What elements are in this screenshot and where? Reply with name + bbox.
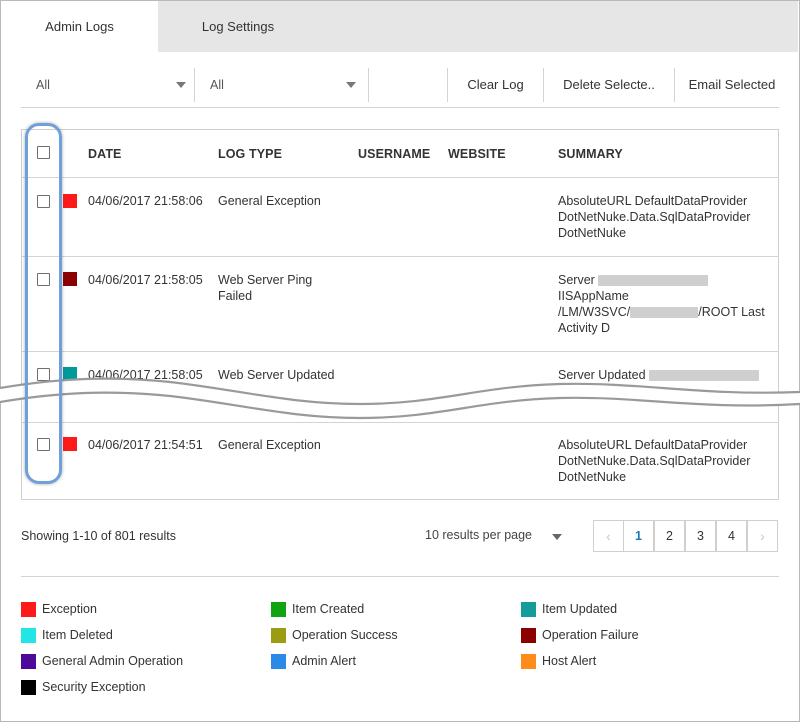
checkbox-column-highlight: [25, 123, 62, 484]
summary-line: AbsoluteURL DefaultDataProvider: [558, 438, 748, 452]
tab-bar: Admin Logs Log Settings: [1, 1, 798, 52]
delete-selected-button[interactable]: Delete Selecte..: [543, 68, 674, 102]
summary-line: DotNetNuke: [558, 470, 627, 484]
column-header-website[interactable]: WEBSITE: [448, 147, 506, 161]
table-row[interactable]: 04/06/2017 21:58:05 Web Server Ping Fail…: [22, 257, 778, 352]
page-button-3[interactable]: 3: [685, 520, 716, 552]
summary-line: Server: [558, 273, 595, 287]
log-type-color-swatch: [63, 194, 77, 208]
row-log-type: Web Server Ping Failed: [218, 272, 312, 304]
email-selected-button[interactable]: Email Selected: [674, 68, 789, 102]
log-type-line: Web Server Ping: [218, 273, 313, 287]
row-summary: AbsoluteURL DefaultDataProvider DotNetNu…: [558, 193, 750, 241]
legend-swatch: [271, 602, 286, 617]
legend-swatch: [271, 628, 286, 643]
next-page-button[interactable]: ›: [747, 520, 778, 552]
legend-label: Item Deleted: [42, 628, 113, 642]
log-table: DATE LOG TYPE USERNAME WEBSITE SUMMARY 0…: [21, 129, 779, 500]
legend-swatch: [521, 628, 536, 643]
toolbar: All All Clear Log Delete Selecte.. Email…: [21, 68, 779, 108]
page-button-4[interactable]: 4: [716, 520, 747, 552]
chevron-down-icon: [346, 82, 356, 88]
summary-line: /LM/W3SVC/: [558, 305, 631, 319]
row-log-type: General Exception: [218, 194, 321, 208]
column-header-log-type[interactable]: LOG TYPE: [218, 147, 282, 161]
log-type-color-swatch: [63, 272, 77, 286]
redacted-block: [630, 307, 699, 319]
tab-admin-logs[interactable]: Admin Logs: [1, 1, 158, 52]
log-type-filter-value: All: [36, 78, 50, 92]
row-summary: AbsoluteURL DefaultDataProvider DotNetNu…: [558, 437, 750, 485]
page-button-1[interactable]: 1: [623, 520, 654, 552]
chevron-down-icon: [176, 82, 186, 88]
legend-swatch: [21, 628, 36, 643]
legend-label: Exception: [42, 602, 97, 616]
legend-label: Item Created: [292, 602, 365, 616]
column-header-username[interactable]: USERNAME: [358, 147, 430, 161]
table-row[interactable]: 04/06/2017 21:54:51 General Exception Ab…: [22, 422, 778, 499]
summary-line: DotNetNuke.Data.SqlDataProvider: [558, 210, 751, 224]
log-type-color-swatch: [63, 437, 77, 451]
table-header: DATE LOG TYPE USERNAME WEBSITE SUMMARY: [22, 130, 778, 178]
site-filter-value: All: [210, 78, 224, 92]
row-date: 04/06/2017 21:58:05: [88, 273, 203, 287]
clear-log-button[interactable]: Clear Log: [447, 68, 543, 102]
row-log-type: General Exception: [218, 438, 321, 452]
log-type-filter-dropdown[interactable]: All: [21, 68, 195, 102]
summary-line: DotNetNuke: [558, 226, 627, 240]
legend-label: Security Exception: [42, 680, 146, 694]
prev-page-button[interactable]: ‹: [593, 520, 624, 552]
legend-label: General Admin Operation: [42, 654, 184, 668]
legend-swatch: [271, 654, 286, 669]
site-filter-dropdown[interactable]: All: [195, 68, 369, 102]
legend-swatch: [521, 654, 536, 669]
page-button-2[interactable]: 2: [654, 520, 685, 552]
legend-swatch: [21, 602, 36, 617]
column-header-date[interactable]: DATE: [88, 147, 122, 161]
legend-swatch: [21, 680, 36, 695]
chevron-down-icon[interactable]: [552, 534, 562, 540]
legend-label: Admin Alert: [292, 654, 356, 668]
results-per-page-dropdown[interactable]: 10 results per page: [425, 528, 532, 542]
legend-label: Operation Success: [292, 628, 398, 642]
row-summary: Server IISAppName /LM/W3SVC/ /ROOT Last A…: [558, 272, 776, 336]
summary-line: AbsoluteURL DefaultDataProvider: [558, 194, 748, 208]
legend-label: Host Alert: [542, 654, 597, 668]
summary-line: IISAppName: [558, 289, 629, 303]
tab-log-settings[interactable]: Log Settings: [158, 1, 318, 52]
row-date: 04/06/2017 21:58:06: [88, 194, 203, 208]
legend-label: Item Updated: [542, 602, 618, 616]
summary-line: DotNetNuke.Data.SqlDataProvider: [558, 454, 751, 468]
column-header-summary[interactable]: SUMMARY: [558, 147, 623, 161]
legend-label: Operation Failure: [542, 628, 639, 642]
divider: [21, 576, 779, 577]
summary-line: Activity D: [558, 321, 611, 335]
row-date: 04/06/2017 21:54:51: [88, 438, 203, 452]
summary-line: /ROOT Last: [698, 305, 765, 319]
legend-swatch: [521, 602, 536, 617]
log-type-line: Failed: [218, 289, 253, 303]
results-count: Showing 1-10 of 801 results: [21, 529, 176, 543]
redacted-block: [598, 275, 709, 287]
torn-edge-divider: [0, 377, 800, 420]
table-row[interactable]: 04/06/2017 21:58:06 General Exception Ab…: [22, 178, 778, 257]
legend-swatch: [21, 654, 36, 669]
